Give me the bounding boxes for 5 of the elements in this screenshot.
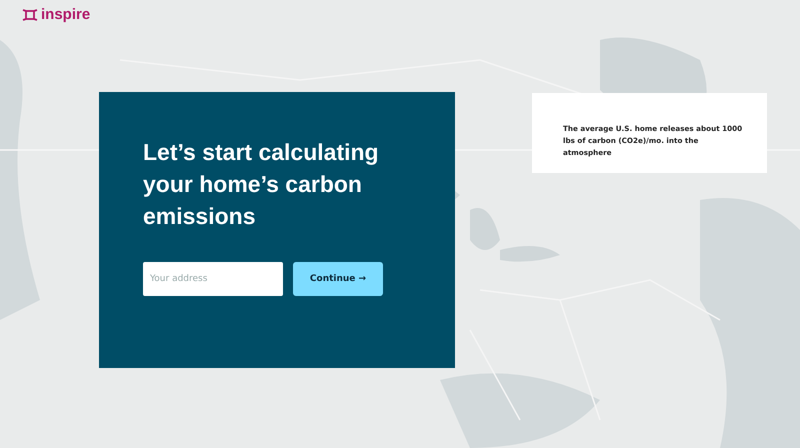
continue-button[interactable]: Continue → <box>293 262 383 296</box>
logo-icon <box>22 6 38 22</box>
card-heading: Let’s start calculating your home’s carbon emissions <box>143 138 380 231</box>
address-field[interactable]: Your address <box>143 262 283 296</box>
logo-text: inspire <box>41 6 90 23</box>
